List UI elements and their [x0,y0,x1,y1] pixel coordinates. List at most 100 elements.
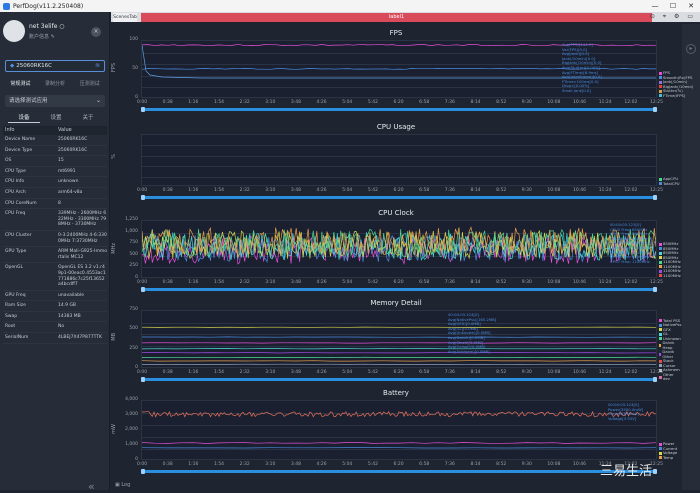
x-tick-label: 5:42 [368,370,378,375]
chart-plot-area[interactable]: 00:04:03.124[0]Avg(NativePss)[165.2MB]Av… [141,310,657,368]
x-tick-label: 6:58 [419,370,429,375]
log-label[interactable]: Log [121,482,130,488]
legend-entry[interactable]: TotalCPU [659,182,680,187]
user-name: net 3elife ○ [29,23,65,30]
x-tick-label: 10:46 [573,100,586,105]
slider-handle-left[interactable] [141,469,145,474]
tab-scenes[interactable]: ScenesTab [113,13,137,22]
tab-label1[interactable]: label1 [141,13,652,22]
x-tick-label: 3:10 [265,280,275,285]
x-tick-label: 0:00 [137,370,147,375]
x-tick-label: 11:24 [599,100,612,105]
table-row: CPU Freq339MHz - 2600MHz 622MHz - 3300MH… [3,209,107,231]
table-row: GPU Frequnavailable [3,291,107,302]
side-tabs: 设备 设置 关于 [8,113,104,123]
chart-plot-area[interactable]: 00:04:03.124[0]Power[3500.0mW]Current[89… [141,400,657,460]
y-tick-label: 0 [114,365,138,370]
app-select[interactable]: 请选择测试应用 ⌄ [5,95,105,107]
legend-swatch [659,90,662,93]
legend-swatch [659,456,662,459]
chart-plot-area[interactable]: 00:04:03.123[0]CPU0 Freq: 850MHzCPU1 Fre… [141,220,657,278]
time-range-slider[interactable] [141,288,657,291]
x-tick-label: 1:54 [214,188,224,193]
chart-tooltip: 00:04:03.124[0]Avg(NativePss)[165.2MB]Av… [448,313,496,354]
tab-record-analysis[interactable]: 录制分析 [38,78,73,90]
slider-handle-right[interactable] [653,287,657,292]
chart-plot-area[interactable] [141,134,657,186]
left-sidebar: net 3elife ○ 账户信息 ✎ × ◆25060RK16C ≋ 常规测试… [0,12,110,490]
user-card: net 3elife ○ 账户信息 ✎ × [3,20,107,56]
slider-handle-right[interactable] [653,377,657,382]
diamond-icon: ◆ [10,63,14,69]
legend-entry[interactable]: FTime(IFPS) [659,94,693,99]
table-row: OpenGLOpenGL ES 3.2 v1.r49p1-00eac0.4553… [3,263,107,290]
slider-handle-right[interactable] [653,107,657,112]
tooltip-line: Small Jank[0.0] [562,89,602,94]
y-tick-label: 250 [114,263,138,268]
table-row: Device Type25060RK16C [3,146,107,157]
tab-settings[interactable]: 设置 [40,113,72,123]
x-tick-label: 8:52 [496,462,506,467]
x-tick-label: 2:32 [240,280,250,285]
x-tick-label: 3:10 [265,462,275,467]
y-tick-label: 1,000 [114,442,138,447]
chart-plot-area[interactable]: Avg(FPS)[144.0]Var(FPS)[0.0]Avg(Jank)[0.… [141,40,657,98]
x-tick-label: 3:48 [291,188,301,193]
time-range-slider[interactable] [141,196,657,199]
close-button[interactable]: ✕ [682,0,700,12]
info-key: Device Name [3,137,58,143]
close-icon[interactable]: × [91,27,101,37]
tab-about[interactable]: 关于 [72,113,104,123]
x-tick-label: 12:25 [650,280,663,285]
toolbar-icons[interactable]: ⊙ ⌖ ⚙ ▭ [650,12,696,22]
x-tick-label: 6:20 [394,100,404,105]
y-tick-label: 750 [114,307,138,312]
maximize-button[interactable]: ☐ [664,0,682,12]
minimize-button[interactable]: — [646,0,664,12]
x-tick-label: 5:42 [368,100,378,105]
main-area: ScenesTab label1 ⊙ ⌖ ⚙ ▭ ▸ FPSAvg(FPS)[1… [111,12,700,490]
slider-handle-left[interactable] [141,107,145,112]
x-tick-label: 4:26 [317,370,327,375]
x-tick-label: 10:08 [547,462,560,467]
time-range-slider[interactable] [141,470,657,473]
tab-device[interactable]: 设备 [8,113,40,123]
avatar[interactable] [3,20,25,42]
legend-label: 1100MHz [663,274,681,279]
chart-panel-2: CPU Clock00:04:03.123[0]CPU0 Freq: 850MH… [111,208,681,296]
slider-handle-right[interactable] [653,195,657,200]
info-header: Info Value [3,126,107,135]
tab-stress-test[interactable]: 压测测试 [72,78,107,90]
info-key: Root [3,324,58,330]
collapse-sidebar-icon[interactable]: « [88,480,95,493]
account-info-link[interactable]: 账户信息 ✎ [29,33,55,40]
tab-normal-test[interactable]: 常规测试 [3,78,38,90]
x-tick-label: 6:20 [394,280,404,285]
slider-handle-left[interactable] [141,377,145,382]
x-tick-label: 1:54 [214,462,224,467]
y-axis-label: MB [111,333,117,341]
legend-label: FTime(IFPS) [663,94,685,99]
x-tick-label: 0:38 [163,280,173,285]
slider-handle-right[interactable] [653,469,657,474]
slider-handle-left[interactable] [141,287,145,292]
x-tick-label: 0:38 [163,188,173,193]
slider-handle-left[interactable] [141,195,145,200]
window-titlebar: PerfDog(v11.2.250408) — ☐ ✕ [0,0,700,12]
x-tick-label: 1:16 [188,280,198,285]
info-key: CPU CoreNum [3,201,58,207]
x-tick-label: 12:25 [650,100,663,105]
device-selector[interactable]: ◆25060RK16C ≋ [5,60,105,72]
legend-entry[interactable]: Temp [659,456,677,461]
time-range-slider[interactable] [141,108,657,111]
play-icon[interactable]: ▸ [686,44,696,54]
legend-entry[interactable]: 1100MHz [659,274,681,279]
time-range-slider[interactable] [141,378,657,381]
x-tick-label: 11:24 [599,370,612,375]
x-tick-label: 6:58 [419,280,429,285]
legend-swatch [659,324,662,327]
info-value: unavailable [58,293,107,299]
x-tick-label: 8:14 [470,188,480,193]
legend-swatch [659,270,662,273]
info-value: 339MHz - 2600MHz 622MHz - 3300MHz 798MHz… [58,211,107,228]
